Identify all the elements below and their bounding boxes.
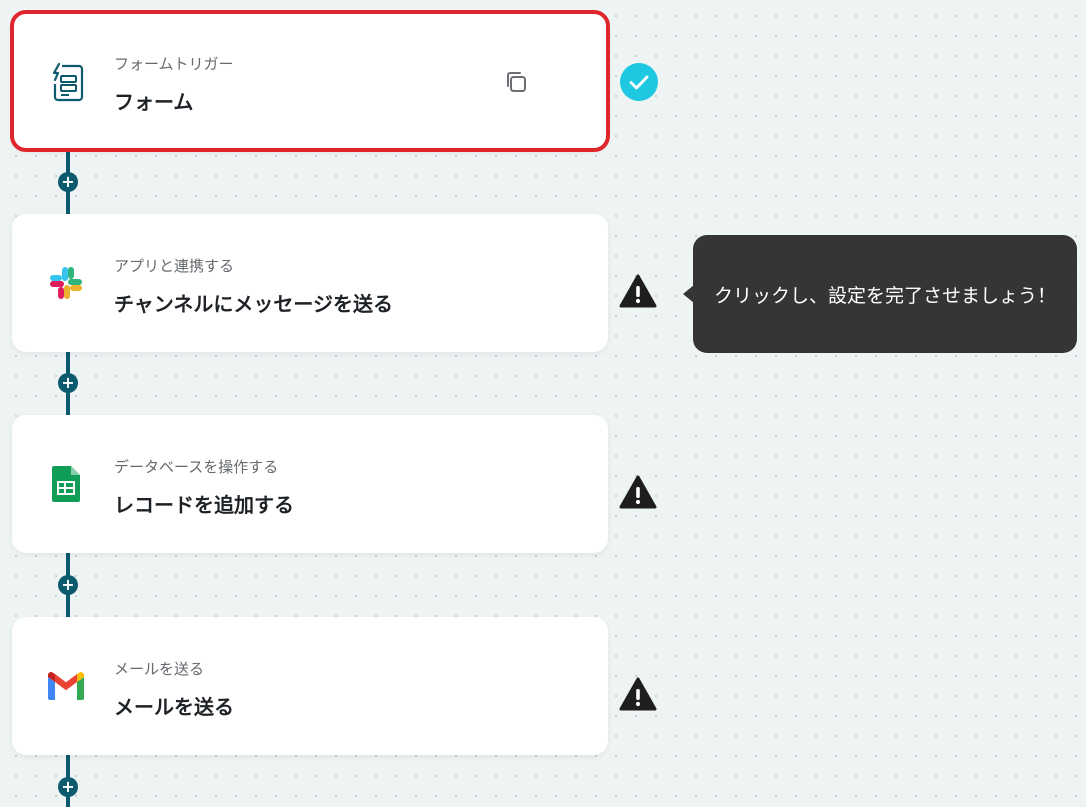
step-card-form-trigger[interactable]: フォームトリガー フォーム (10, 10, 610, 152)
sheets-icon (46, 463, 86, 505)
step-card-gmail[interactable]: メールを送る メールを送る (12, 617, 608, 755)
warning-icon (618, 675, 658, 715)
step-title: チャンネルにメッセージを送る (114, 292, 393, 316)
add-step-button[interactable]: + (58, 575, 78, 595)
tooltip-text: クリックし、設定を完了させましょう！ (713, 284, 1056, 307)
step-title: フォーム (114, 90, 194, 114)
step-subtitle: データベースを操作する (114, 458, 279, 476)
slack-icon (46, 262, 86, 304)
step-title: メールを送る (114, 695, 234, 719)
step-subtitle: アプリと連携する (114, 257, 235, 275)
step-card-sheets[interactable]: データベースを操作する レコードを追加する (12, 415, 608, 553)
gmail-icon (46, 665, 86, 707)
step-subtitle: メールを送る (114, 660, 205, 678)
add-step-button[interactable]: + (58, 172, 78, 192)
setup-tooltip: クリックし、設定を完了させましょう！ (683, 235, 1077, 353)
form-icon (46, 60, 86, 102)
step-card-slack[interactable]: アプリと連携する チャンネルにメッセージを送る (12, 214, 608, 352)
step-title: レコードを追加する (114, 493, 294, 517)
add-step-button[interactable]: + (58, 373, 78, 393)
add-step-button[interactable]: + (58, 777, 78, 797)
check-icon (619, 62, 659, 102)
warning-icon (618, 473, 658, 513)
copy-icon[interactable] (502, 68, 530, 96)
tooltip-arrow (683, 285, 694, 303)
step-subtitle: フォームトリガー (114, 55, 234, 73)
warning-icon (618, 272, 658, 312)
